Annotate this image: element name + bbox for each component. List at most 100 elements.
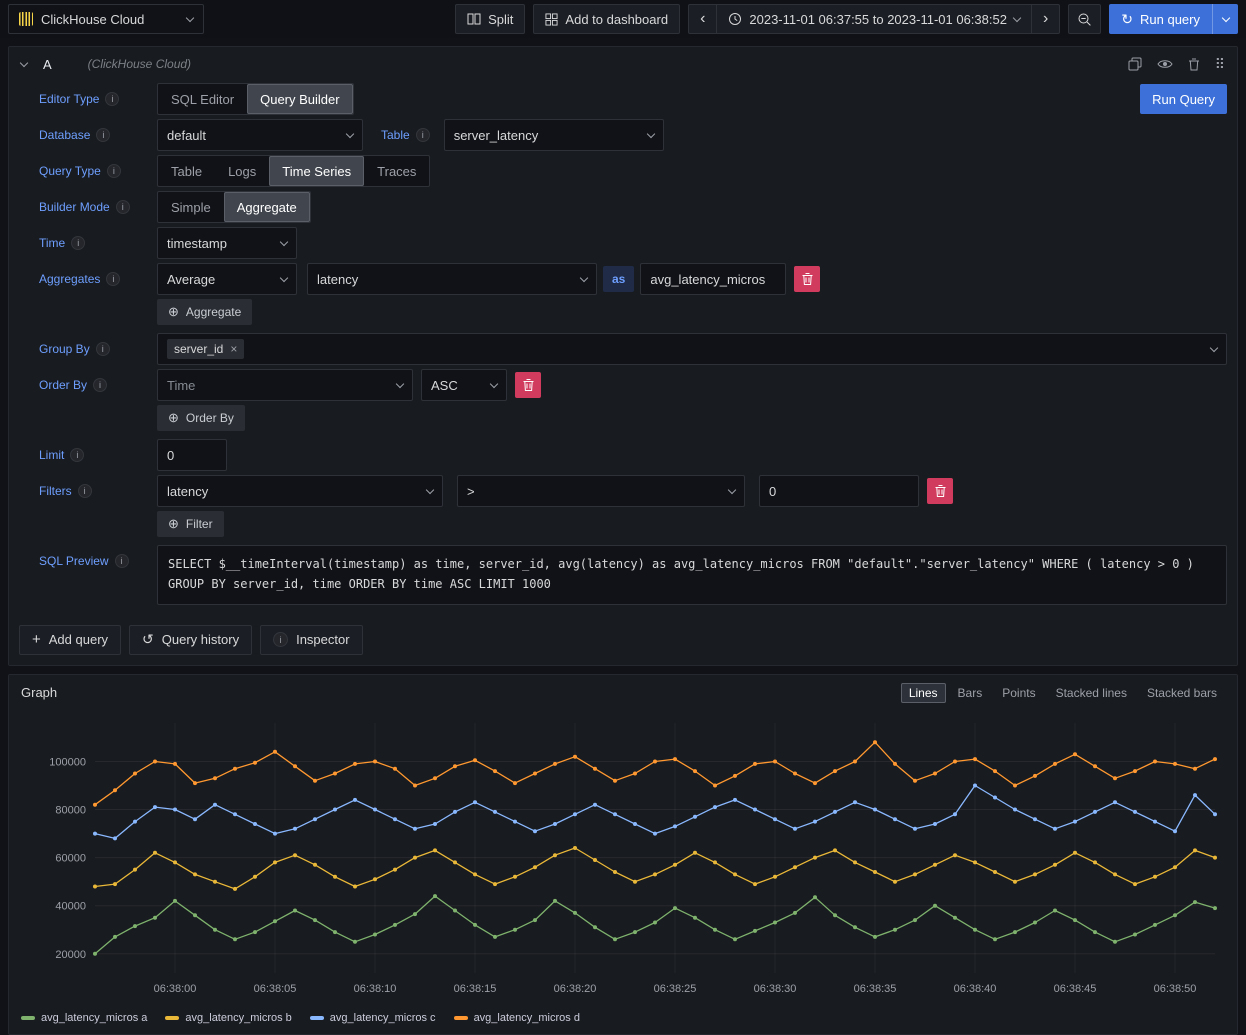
remove-order-by-button[interactable] — [515, 372, 541, 398]
clickhouse-logo — [19, 12, 33, 26]
order-by-field-select[interactable]: Time — [157, 369, 413, 401]
filter-operator-select[interactable]: > — [457, 475, 745, 507]
table-label: Table — [381, 128, 430, 142]
add-order-by-button[interactable]: Order By — [157, 405, 245, 431]
svg-text:06:38:30: 06:38:30 — [754, 983, 797, 995]
mode-bars[interactable]: Bars — [950, 683, 991, 703]
aggregate-function-value: Average — [167, 272, 273, 287]
builder-mode-option-aggregate[interactable]: Aggregate — [224, 192, 310, 222]
info-icon[interactable] — [70, 448, 84, 462]
aggregate-function-select[interactable]: Average — [157, 263, 297, 295]
remove-aggregate-button[interactable] — [794, 266, 820, 292]
graph-panel: Graph Lines Bars Points Stacked lines St… — [8, 674, 1238, 1035]
svg-text:100000: 100000 — [49, 756, 86, 768]
collapse-toggle-icon[interactable] — [20, 58, 28, 66]
add-order-by-label: Order By — [186, 411, 234, 425]
legend-item[interactable]: avg_latency_micros a — [21, 1012, 147, 1024]
zoom-out-icon — [1077, 12, 1092, 27]
legend-item[interactable]: avg_latency_micros d — [454, 1012, 580, 1024]
label-text: Database — [39, 128, 90, 142]
editor-type-option-sql-editor[interactable]: SQL Editor — [158, 84, 247, 114]
filter-value-input[interactable] — [759, 475, 919, 507]
run-query-panel-label: Run Query — [1140, 84, 1227, 114]
legend-swatch — [454, 1016, 468, 1020]
legend-swatch — [165, 1016, 179, 1020]
query-type-option-logs[interactable]: Logs — [215, 156, 269, 186]
zoom-out-button[interactable] — [1068, 4, 1101, 34]
query-type-option-time-series[interactable]: Time Series — [269, 156, 364, 186]
remove-tag-icon[interactable] — [230, 342, 237, 356]
mode-points[interactable]: Points — [994, 683, 1043, 703]
sql-preview-label: SQL Preview — [39, 554, 157, 568]
topbar-actions: Split Add to dashboard 2023-11-01 06:37:… — [455, 4, 1238, 34]
limit-label: Limit — [39, 448, 157, 462]
run-query-panel-button[interactable]: Run Query — [1140, 84, 1227, 114]
time-range-picker[interactable]: 2023-11-01 06:37:55 to 2023-11-01 06:38:… — [716, 4, 1032, 34]
filter-column-value: latency — [167, 484, 419, 499]
run-query-dropdown[interactable] — [1212, 4, 1238, 34]
info-icon[interactable] — [96, 128, 110, 142]
mode-stacked-lines[interactable]: Stacked lines — [1048, 683, 1135, 703]
database-select[interactable]: default — [157, 119, 363, 151]
builder-mode-option-simple[interactable]: Simple — [158, 192, 224, 222]
top-bar: ClickHouse Cloud Split Add to dashboard … — [0, 0, 1246, 38]
legend-item[interactable]: avg_latency_micros c — [310, 1012, 436, 1024]
refresh-icon — [1121, 12, 1133, 27]
editor-type-option-query-builder[interactable]: Query Builder — [247, 84, 352, 114]
add-aggregate-button[interactable]: Aggregate — [157, 299, 252, 325]
query-type-option-table[interactable]: Table — [158, 156, 215, 186]
info-icon[interactable] — [115, 554, 129, 568]
info-icon[interactable] — [416, 128, 430, 142]
query-history-button[interactable]: Query history — [129, 625, 252, 655]
info-icon[interactable] — [105, 92, 119, 106]
info-icon[interactable] — [116, 200, 130, 214]
duplicate-query-icon[interactable] — [1128, 57, 1142, 71]
trash-icon — [802, 273, 813, 285]
as-keyword-chip: as — [603, 266, 634, 292]
drag-handle[interactable] — [1215, 56, 1225, 73]
info-icon[interactable] — [78, 484, 92, 498]
filters-label: Filters — [39, 484, 157, 498]
split-button[interactable]: Split — [455, 4, 525, 34]
chevron-down-icon — [186, 13, 194, 21]
info-icon[interactable] — [96, 342, 110, 356]
info-icon[interactable] — [71, 236, 85, 250]
add-to-dashboard-label: Add to dashboard — [565, 12, 668, 27]
builder-mode-row: Builder Mode Simple Aggregate — [39, 191, 1227, 223]
aggregate-column-select[interactable]: latency — [307, 263, 597, 295]
table-select[interactable]: server_latency — [444, 119, 664, 151]
time-range-forward-button[interactable] — [1031, 4, 1060, 34]
legend-item[interactable]: avg_latency_micros b — [165, 1012, 291, 1024]
database-row: Database default Table server_latency — [39, 119, 1227, 151]
toggle-visibility-eye-icon[interactable] — [1157, 58, 1173, 70]
time-range-back-button[interactable] — [688, 4, 717, 34]
svg-text:06:38:25: 06:38:25 — [654, 983, 697, 995]
filter-operator-value: > — [467, 484, 721, 499]
info-icon[interactable] — [107, 164, 121, 178]
add-filter-button[interactable]: Filter — [157, 511, 224, 537]
datasource-picker[interactable]: ClickHouse Cloud — [8, 4, 204, 34]
svg-text:20000: 20000 — [55, 948, 86, 960]
order-by-direction-value: ASC — [431, 378, 483, 393]
query-type-option-traces[interactable]: Traces — [364, 156, 429, 186]
inspector-button[interactable]: Inspector — [260, 625, 362, 655]
aggregate-alias-input[interactable] — [640, 263, 786, 295]
remove-filter-button[interactable] — [927, 478, 953, 504]
limit-input[interactable] — [157, 439, 227, 471]
info-icon[interactable] — [106, 272, 120, 286]
add-to-dashboard-button[interactable]: Add to dashboard — [533, 4, 680, 34]
order-by-direction-select[interactable]: ASC — [421, 369, 507, 401]
builder-mode-label: Builder Mode — [39, 200, 157, 214]
mode-lines[interactable]: Lines — [901, 683, 946, 703]
delete-query-icon[interactable] — [1188, 58, 1200, 71]
info-icon[interactable] — [93, 378, 107, 392]
mode-stacked-bars[interactable]: Stacked bars — [1139, 683, 1225, 703]
group-by-multiselect[interactable]: server_id — [157, 333, 1227, 365]
group-by-tag[interactable]: server_id — [167, 339, 244, 359]
run-query-button[interactable]: Run query — [1109, 4, 1238, 34]
datasource-hint: (ClickHouse Cloud) — [88, 57, 191, 71]
filter-column-select[interactable]: latency — [157, 475, 443, 507]
add-query-button[interactable]: Add query — [19, 625, 121, 655]
time-column-select[interactable]: timestamp — [157, 227, 297, 259]
order-by-label: Order By — [39, 378, 157, 392]
